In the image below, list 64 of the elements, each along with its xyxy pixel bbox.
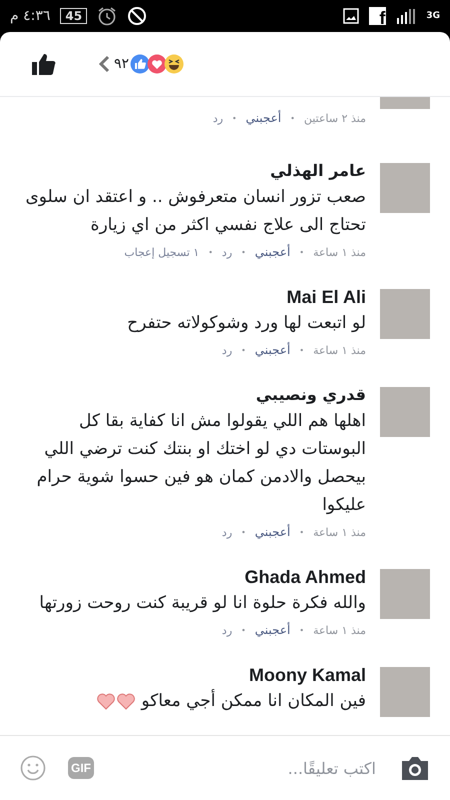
comment-text: صعب تزور انسان متعرفوش .. و اعتقد ان سلوى تحتاج الى علاج نفسي اكثر من اي زيارة bbox=[24, 186, 366, 237]
comment-time: منذ ١ ساعة bbox=[313, 526, 366, 538]
signal-icon bbox=[396, 8, 416, 24]
commenter-name[interactable]: قدري ونصيبي bbox=[256, 383, 366, 407]
reply-link[interactable]: رد bbox=[222, 344, 232, 356]
alarm-clock-icon bbox=[97, 6, 118, 26]
camera-button[interactable] bbox=[400, 755, 430, 781]
battery-icon: 45 bbox=[60, 8, 88, 24]
avatar-photo[interactable] bbox=[380, 289, 430, 339]
like-link[interactable]: أعجبني bbox=[254, 525, 290, 539]
network-type: 3G bbox=[426, 11, 440, 21]
separator-dot: • bbox=[299, 626, 304, 634]
separator-dot: • bbox=[290, 114, 295, 122]
like-link[interactable]: أعجبني bbox=[254, 623, 290, 637]
comment-time: منذ ٢ ساعتين bbox=[304, 112, 366, 124]
separator-dot: • bbox=[208, 248, 213, 256]
heart-emoji-icon bbox=[96, 692, 116, 710]
comment-text: لو اتبعت لها ورد وشوكولاته حتفرح bbox=[127, 312, 366, 335]
reply-link[interactable]: رد bbox=[212, 112, 224, 124]
commenter-name[interactable]: Ghada Ahmed bbox=[244, 565, 366, 589]
separator-dot: • bbox=[241, 346, 246, 354]
like-reaction-icon bbox=[130, 54, 150, 74]
camera-icon bbox=[400, 755, 430, 781]
likes-count-link[interactable]: ١ تسجيل إعجاب bbox=[124, 246, 200, 258]
reply-link[interactable]: رد bbox=[222, 246, 232, 258]
comment-input[interactable]: اكتب تعليقًا... bbox=[116, 750, 378, 786]
reply-link[interactable]: رد bbox=[222, 624, 232, 636]
separator-dot: • bbox=[241, 626, 246, 634]
separator-dot: • bbox=[241, 528, 246, 536]
comment-text: فين المكان انا ممكن أجي معاكو bbox=[96, 687, 366, 715]
reactions-summary[interactable]: ٩٢ bbox=[98, 54, 184, 74]
like-link[interactable]: أعجبني bbox=[254, 245, 290, 259]
avatar-photo[interactable] bbox=[380, 97, 430, 109]
commenter-name[interactable]: Mai El Ali bbox=[286, 285, 366, 309]
comment-text: اهلها هم اللي يقولوا مش انا كفاية بقا كل البوستات دي لو اختك او بنتك كنت ترضي اللي بيحصل والادمن كمان هو فين حسوا شوية حرام عليكوا bbox=[36, 410, 366, 517]
separator-dot: • bbox=[299, 346, 304, 354]
comment-text: والله فكرة حلوة انا لو قريبة كنت روحت زورتها bbox=[39, 592, 366, 615]
separator-dot: • bbox=[232, 114, 237, 122]
chevron-left-icon bbox=[98, 55, 110, 73]
separator-dot: • bbox=[241, 248, 246, 256]
do-not-disturb-icon bbox=[127, 6, 148, 26]
heart-emoji-icon bbox=[116, 692, 136, 710]
comment-time: منذ ١ ساعة bbox=[313, 344, 366, 356]
image-icon bbox=[343, 8, 360, 24]
clock-time: ٤:٣٦ م bbox=[10, 8, 50, 24]
separator-dot: • bbox=[299, 248, 304, 256]
separator-dot: • bbox=[299, 528, 304, 536]
reply-link[interactable]: رد bbox=[222, 526, 232, 538]
commenter-name[interactable]: عامر الهذلي bbox=[270, 159, 366, 183]
avatar-photo[interactable] bbox=[380, 163, 430, 213]
thumbs-up-icon bbox=[32, 53, 56, 75]
comment-time: منذ ١ ساعة bbox=[313, 246, 366, 258]
app-icon: f bbox=[369, 7, 386, 25]
heart-reaction-icon bbox=[147, 54, 168, 74]
avatar-photo[interactable] bbox=[380, 387, 430, 437]
like-link[interactable]: أعجبني bbox=[246, 111, 282, 125]
emoji-button[interactable] bbox=[20, 755, 46, 781]
laughing-face-icon bbox=[164, 54, 184, 74]
commenter-name[interactable]: Moony Kamal bbox=[248, 663, 366, 687]
smiley-icon bbox=[20, 755, 46, 781]
comment-time: منذ ١ ساعة bbox=[313, 624, 366, 636]
like-link[interactable]: أعجبني bbox=[254, 343, 290, 357]
avatar-photo[interactable] bbox=[380, 667, 430, 717]
avatar-photo[interactable] bbox=[380, 569, 430, 619]
